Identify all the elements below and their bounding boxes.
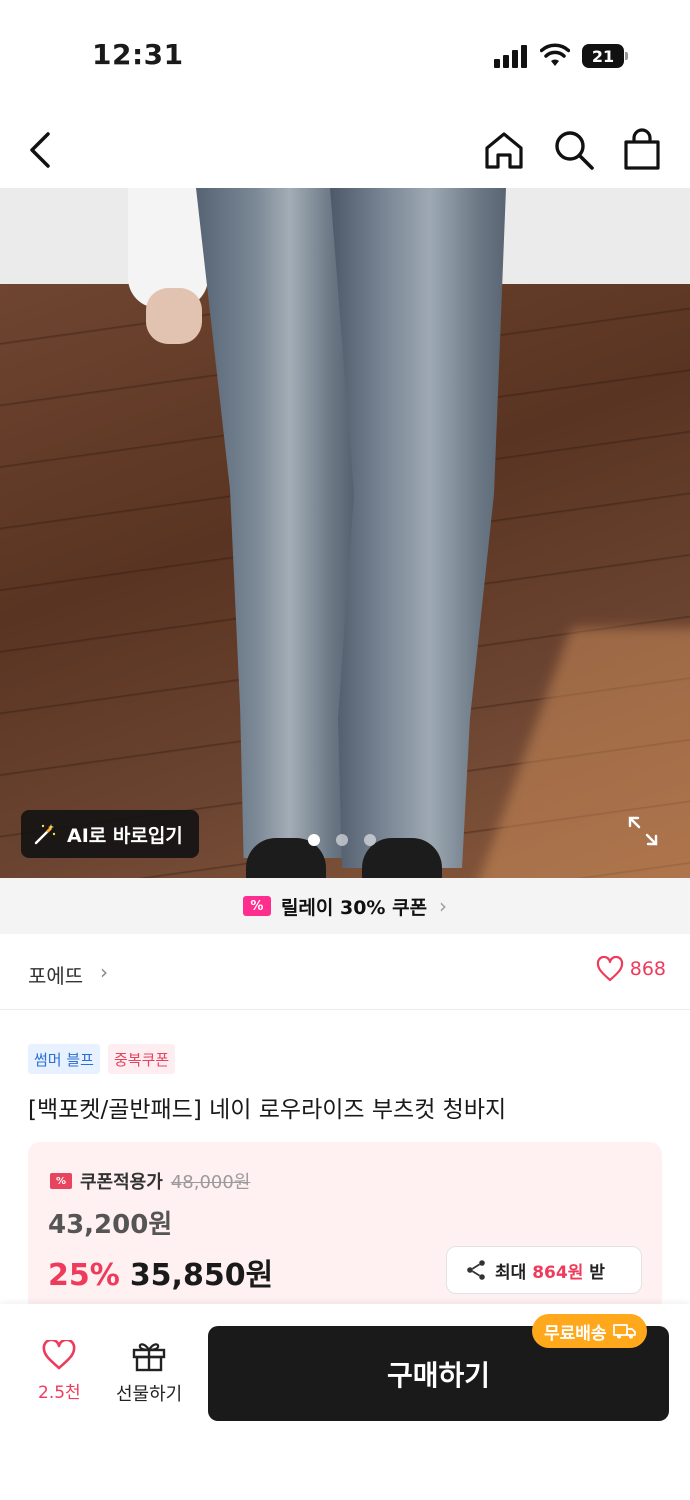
magic-wand-icon (34, 824, 56, 845)
ai-try-on-label: AI로 바로입기 (67, 824, 183, 847)
store-like-button[interactable]: 868 (596, 956, 666, 982)
product-title: [백포켓/골반패드] 네이 로우라이즈 부츠컷 청바지 (28, 1097, 507, 1123)
shopping-bag-icon[interactable] (620, 128, 664, 172)
final-price: 35,850원 (129, 1258, 274, 1293)
share-icon (467, 1260, 485, 1280)
truck-icon (612, 1324, 636, 1339)
status-bar: 12:31 21 (0, 0, 690, 110)
coupon-price-label: 쿠폰적용가 (80, 1172, 163, 1193)
pagination-dot[interactable] (364, 834, 376, 846)
store-like-count: 868 (629, 958, 666, 980)
store-row: 포에뜨 › 868 (0, 934, 690, 1010)
price-box: % 쿠폰적용가 48,000원 43,200원 25% 35,850원 최대 8… (28, 1142, 662, 1312)
wishlist-count: 2.5천 (38, 1383, 81, 1403)
product-image[interactable]: AI로 바로입기 (0, 188, 690, 878)
final-price-row: 25% 35,850원 (48, 1250, 273, 1294)
share-suffix: 받 (583, 1262, 605, 1283)
badge-double-coupon: 중복쿠폰 (107, 1044, 176, 1074)
chevron-left-icon[interactable] (20, 128, 64, 172)
relay-coupon-banner[interactable]: % 릴레이 30% 쿠폰 › (0, 878, 690, 934)
top-nav (0, 110, 690, 188)
free-shipping-label: 무료배송 (544, 1323, 607, 1344)
relay-coupon-label: 릴레이 30% 쿠폰 (280, 896, 428, 919)
coupon-ticket-icon: % (242, 896, 271, 916)
ai-try-on-button[interactable]: AI로 바로입기 (21, 810, 199, 858)
share-reward-button[interactable]: 최대 864원 받 (446, 1246, 642, 1294)
battery-level: 21 (582, 44, 624, 68)
gallery-pagination (308, 834, 376, 846)
free-shipping-badge: 무료배송 (532, 1314, 647, 1348)
product-badges: 썸머 블프 중복쿠폰 (28, 1044, 176, 1074)
gift-icon (132, 1343, 166, 1372)
wishlist-button[interactable]: 2.5천 (38, 1340, 81, 1403)
battery-indicator: 21 (582, 44, 628, 68)
status-time: 12:31 (92, 38, 184, 71)
share-prefix: 최대 (495, 1262, 533, 1283)
coupon-icon: % (50, 1173, 72, 1189)
search-icon[interactable] (552, 128, 596, 172)
pagination-dot[interactable] (308, 834, 320, 846)
coupon-price-row: % 쿠폰적용가 48,000원 (50, 1168, 250, 1194)
original-price: 48,000원 (170, 1172, 251, 1193)
store-name-link[interactable]: 포에뜨 (28, 960, 83, 989)
share-amount: 864원 (532, 1262, 584, 1283)
chevron-right-icon: › (439, 894, 448, 918)
wifi-icon (540, 43, 570, 66)
heart-icon (42, 1340, 76, 1370)
gift-label: 선물하기 (116, 1384, 183, 1405)
gift-button[interactable]: 선물하기 (116, 1340, 182, 1406)
sale-price: 43,200원 (48, 1210, 173, 1240)
expand-icon[interactable] (627, 815, 659, 847)
chevron-right-icon: › (100, 960, 108, 984)
heart-icon (596, 956, 623, 982)
discount-rate: 25% (48, 1258, 120, 1293)
bottom-action-bar: 2.5천 선물하기 구매하기 무료배송 (0, 1304, 690, 1500)
pagination-dot[interactable] (336, 834, 348, 846)
home-icon[interactable] (482, 128, 526, 172)
cellular-signal-icon (494, 44, 530, 68)
badge-summer-sale: 썸머 블프 (28, 1044, 100, 1074)
